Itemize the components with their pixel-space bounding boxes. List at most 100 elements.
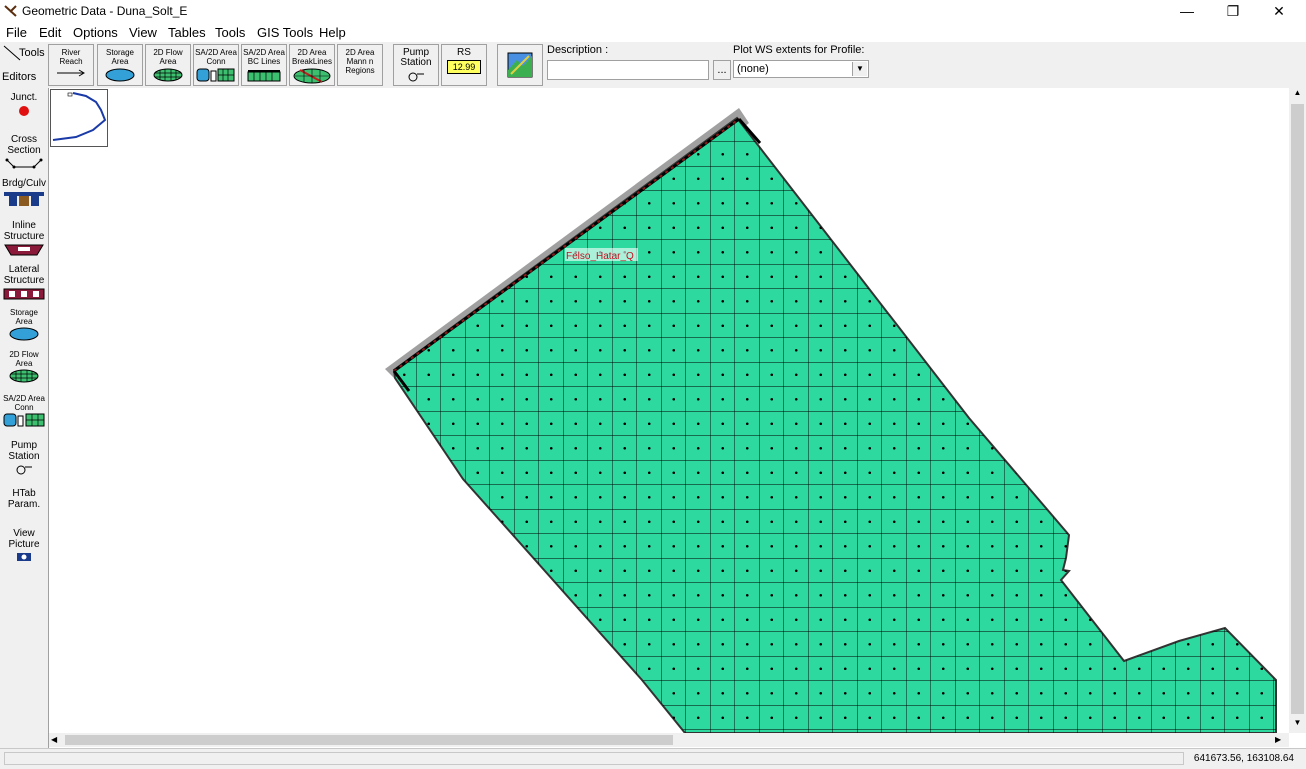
description-input[interactable] [547,60,709,80]
map-icon [507,52,533,78]
bc-lines-icon [247,70,281,82]
bc-line-label: Felso_Hatar_Q [566,251,634,262]
arrow-right-icon [57,69,85,77]
lateral-structure-label-1: Lateral [8,264,40,275]
scroll-left-icon[interactable]: ◀ [51,733,63,747]
sa-2d-area-bc-lines-button[interactable]: SA/2D Area BC Lines [241,44,287,86]
lateral-structure-editor-button[interactable]: Lateral Structure [1,264,47,306]
2d-area-mannings-regions-button[interactable]: 2D Area Mann n Regions [337,44,383,86]
storage-area-icon [105,68,135,82]
sa-2d-area-conn-button[interactable]: SA/2D Area Conn [193,44,239,86]
description-ellipsis-button[interactable]: ... [713,60,731,80]
inline-structure-label-2: Structure [3,231,45,242]
menu-bar: File Edit Options View Tables Tools GIS … [0,22,1306,42]
geometry-canvas[interactable]: Felso_Hatar_Q [49,88,1289,733]
sa-2d-conn-editor-label-2: Conn [14,403,34,412]
menu-gis-tools[interactable]: GIS Tools [257,25,313,40]
2d-mesh-grid [394,118,1276,733]
cross-section-icon [5,158,43,169]
horizontal-scroll-thumb[interactable] [65,735,673,745]
plot-ws-label: Plot WS extents for Profile: [733,44,865,56]
river-reach-label-2: Reach [59,57,83,66]
description-label: Description : [547,44,609,56]
storage-area-label-1: Storage [105,48,135,57]
pump-station-editor-label-2: Station [8,451,40,462]
scroll-down-icon[interactable]: ▼ [1291,718,1304,732]
title-bar: Geometric Data - Duna_Solt_E — ❐ ✕ [0,0,1306,22]
menu-tools[interactable]: Tools [215,25,245,40]
app-icon [4,5,17,17]
storage-area-label-2: Area [111,57,129,66]
menu-help[interactable]: Help [319,25,346,40]
pump-station-editor-label-1: Pump [10,440,38,451]
menu-file[interactable]: File [6,25,27,40]
menu-view[interactable]: View [129,25,157,40]
minimize-button[interactable]: — [1164,0,1210,22]
vertical-scrollbar[interactable]: ▲ ▼ [1289,88,1306,733]
2d-flow-editor-icon [9,369,39,383]
vertical-scroll-thumb[interactable] [1291,104,1304,714]
inline-structure-editor-button[interactable]: Inline Structure [1,220,47,262]
rs-label: RS [457,47,471,58]
sa-2d-conn-editor-icon [3,413,45,427]
close-button[interactable]: ✕ [1256,0,1302,22]
rs-button[interactable]: RS 12.99 [441,44,487,86]
pump-station-editor-button[interactable]: Pump Station [1,440,47,482]
storage-area-editor-icon [9,327,39,341]
sa-2d-conn-editor-button[interactable]: SA/2D Area Conn [1,394,47,436]
sa-2d-conn-label-2: Conn [206,57,226,66]
mann-label-3: Regions [345,66,375,75]
storage-area-editor-label-2: Area [15,317,33,326]
plot-ws-profile-value: (none) [737,63,769,75]
junction-dot-icon [19,106,29,116]
storage-area-editor-button[interactable]: Storage Area [1,308,47,348]
minimap-river-icon [52,92,107,141]
sa-2d-conn-editor-label-1: SA/2D Area [3,394,45,403]
river-reach-button[interactable]: River Reach [48,44,94,86]
pump-icon [408,72,424,82]
htab-label-2: Param. [7,499,41,510]
map-layers-button[interactable] [497,44,543,86]
cross-section-editor-button[interactable]: Cross Section [1,134,47,176]
junction-editor-button[interactable]: Junct. [1,92,47,132]
horizontal-scrollbar[interactable]: ◀ ▶ [49,733,1289,747]
2d-flow-area-label-2: Area [159,57,177,66]
bridge-culvert-editor-button[interactable]: Brdg/Culv [1,178,47,218]
plot-ws-profile-select[interactable]: (none) ▼ [733,60,869,78]
pump-station-button[interactable]: Pump Station [393,44,439,86]
scroll-up-icon[interactable]: ▲ [1291,88,1304,102]
storage-area-button[interactable]: Storage Area [97,44,143,86]
breaklines-label-1: 2D Area [297,48,327,57]
menu-tables[interactable]: Tables [168,25,206,40]
coordinates-readout: 641673.56, 163108.64 [1193,753,1294,764]
inline-structure-icon [4,244,44,256]
cross-section-label-2: Section [7,145,41,156]
storage-area-editor-label-1: Storage [9,308,39,317]
maximize-button[interactable]: ❐ [1210,0,1256,22]
pump-station-label-2: Station [400,57,432,68]
chevron-down-icon[interactable]: ▼ [852,62,867,76]
grid-area-icon [153,68,183,82]
editors-label: Editors [2,71,37,83]
camera-icon [17,553,31,561]
2d-flow-area-editor-button[interactable]: 2D Flow Area [1,350,47,390]
mann-label-1: 2D Area [345,48,375,57]
window-title: Geometric Data - Duna_Solt_E [22,4,188,18]
menu-options[interactable]: Options [73,25,118,40]
view-picture-label-2: Picture [8,539,40,550]
mann-label-2: Mann n [346,57,374,66]
breaklines-label-2: BreakLines [291,57,333,66]
toolbar: Tools Editors River Reach Storage Area 2… [0,42,1306,89]
overview-minimap[interactable] [50,89,108,147]
2d-flow-area-button[interactable]: 2D Flow Area [145,44,191,86]
rs-value-tag: 12.99 [447,60,481,74]
map-svg: Felso_Hatar_Q [385,108,1277,733]
2d-area-breaklines-button[interactable]: 2D Area BreakLines [289,44,335,86]
status-bar: 641673.56, 163108.64 [0,748,1306,769]
view-picture-editor-button[interactable]: View Picture [1,528,47,568]
menu-edit[interactable]: Edit [39,25,61,40]
htab-param-editor-button[interactable]: HTab Param. [1,488,47,524]
breaklines-icon [293,68,331,84]
bc-lines-label-1: SA/2D Area [243,48,285,57]
scroll-right-icon[interactable]: ▶ [1275,733,1287,747]
